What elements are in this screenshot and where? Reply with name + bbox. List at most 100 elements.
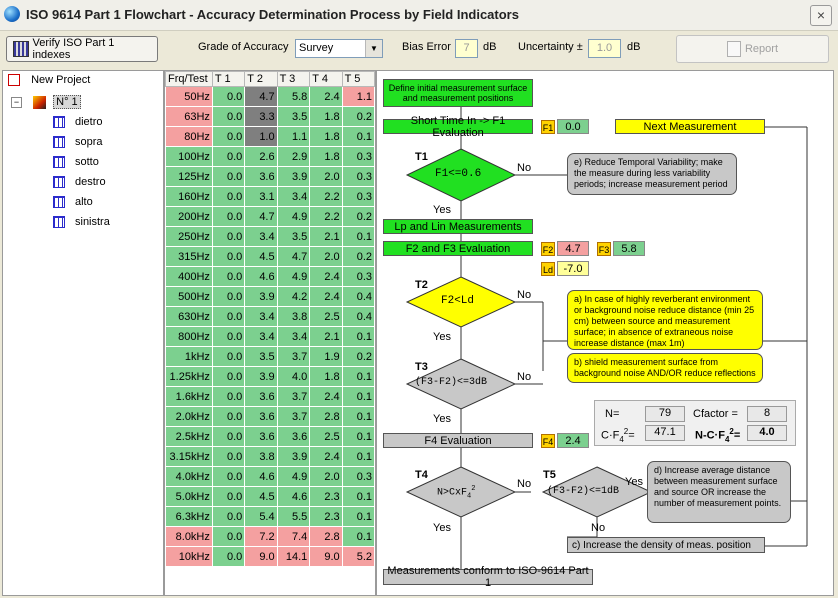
tree-root[interactable]: New Project <box>8 74 90 87</box>
value-cell: 0.2 <box>342 206 375 227</box>
value-cell: 0.1 <box>342 426 375 447</box>
value-cell: 0.0 <box>212 506 246 527</box>
note-b: b) shield measurement surface from backg… <box>567 353 763 383</box>
grid-icon <box>53 216 65 229</box>
tree-node-label: N° 1 <box>53 95 81 110</box>
frequency-cell: 50Hz <box>165 86 213 107</box>
table-row[interactable]: 800Hz 0.0 3.4 3.4 2.1 0.1 <box>165 326 375 347</box>
t4-label: T4 <box>415 469 428 481</box>
frequency-cell: 4.0kHz <box>165 466 213 487</box>
value-cell: 0.4 <box>342 286 375 307</box>
table-row[interactable]: 100Hz 0.0 2.6 2.9 1.8 0.3 <box>165 146 375 167</box>
bias-label: Bias Error <box>402 41 451 53</box>
table-row[interactable]: 2.5kHz 0.0 3.6 3.6 2.5 0.1 <box>165 426 375 447</box>
column-header[interactable]: T 4 <box>309 71 343 87</box>
table-row[interactable]: 8.0kHz 0.0 7.2 7.4 2.8 0.1 <box>165 526 375 547</box>
value-cell: 0.2 <box>342 106 375 127</box>
value-cell: 3.4 <box>244 326 278 347</box>
frequency-cell: 80Hz <box>165 126 213 147</box>
t3-yes: Yes <box>433 413 451 425</box>
value-cell: 1.1 <box>277 126 311 147</box>
value-cell: 1.8 <box>309 126 343 147</box>
f4-evaluation-box: F4 Evaluation <box>383 433 533 448</box>
tree-node[interactable]: − N° 1 <box>11 95 81 110</box>
table-row[interactable]: 630Hz 0.0 3.4 3.8 2.5 0.4 <box>165 306 375 327</box>
value-cell: 0.0 <box>212 346 246 367</box>
uncertainty-unit: dB <box>627 41 641 53</box>
table-row[interactable]: 1.6kHz 0.0 3.6 3.7 2.4 0.1 <box>165 386 375 407</box>
value-cell: 3.5 <box>277 106 311 127</box>
column-header[interactable]: Frq/Test <box>165 71 213 87</box>
value-cell: 2.0 <box>309 466 343 487</box>
table-row[interactable]: 400Hz 0.0 4.6 4.9 2.4 0.3 <box>165 266 375 287</box>
value-cell: 0.0 <box>212 186 246 207</box>
report-button[interactable]: Report <box>676 35 829 63</box>
indicator-table: Frq/Test T 1T 2T 3T 4T 5 50Hz 0.0 4.7 5.8 2.4… <box>164 70 376 596</box>
tree-child[interactable]: alto <box>53 196 93 209</box>
cf4-value: 47.1 <box>645 425 685 441</box>
conform-box: Measurements conform to ISO-9614 Part 1 <box>383 565 593 589</box>
table-row[interactable]: 50Hz 0.0 4.7 5.8 2.4 1.1 <box>165 86 375 107</box>
table-row[interactable]: 500Hz 0.0 3.9 4.2 2.4 0.4 <box>165 286 375 307</box>
value-cell: 2.4 <box>309 286 343 307</box>
table-row[interactable]: 10kHz 0.0 9.0 14.1 9.0 5.2 <box>165 546 375 567</box>
frequency-cell: 160Hz <box>165 186 213 207</box>
uncertainty-field[interactable]: 1.0 <box>588 39 621 58</box>
column-header[interactable]: T 5 <box>341 71 375 87</box>
value-cell: 1.9 <box>309 346 343 367</box>
value-cell: 0.0 <box>212 306 246 327</box>
table-row[interactable]: 1.25kHz 0.0 3.9 4.0 1.8 0.1 <box>165 366 375 387</box>
f4-value: 2.4 <box>557 433 589 448</box>
grid-icon <box>53 136 65 149</box>
value-cell: 3.6 <box>244 386 278 407</box>
bias-field[interactable]: 7 <box>455 39 478 58</box>
table-row[interactable]: 200Hz 0.0 4.7 4.9 2.2 0.2 <box>165 206 375 227</box>
t1-yes: Yes <box>433 204 451 216</box>
table-row[interactable]: 80Hz 0.0 1.0 1.1 1.8 0.1 <box>165 126 375 147</box>
title-bar: ISO 9614 Part 1 Flowchart - Accuracy Det… <box>0 0 838 31</box>
table-row[interactable]: 125Hz 0.0 3.6 3.9 2.0 0.3 <box>165 166 375 187</box>
t1-no: No <box>517 162 532 174</box>
table-row[interactable]: 63Hz 0.0 3.3 3.5 1.8 0.2 <box>165 106 375 127</box>
table-row[interactable]: 160Hz 0.0 3.1 3.4 2.2 0.3 <box>165 186 375 207</box>
data-table: Frq/Test T 1T 2T 3T 4T 5 50Hz 0.0 4.7 5.8 2.4… <box>165 71 375 567</box>
value-cell: 5.4 <box>244 506 278 527</box>
f2-tag: F2 <box>541 242 555 256</box>
report-icon <box>726 41 741 57</box>
table-row[interactable]: 250Hz 0.0 3.4 3.5 2.1 0.1 <box>165 226 375 247</box>
tree-child[interactable]: sopra <box>53 136 103 149</box>
grid-icon <box>53 116 65 129</box>
value-cell: 1.1 <box>342 86 375 107</box>
value-cell: 0.1 <box>342 326 375 347</box>
table-row[interactable]: 3.15kHz 0.0 3.8 3.9 2.4 0.1 <box>165 446 375 467</box>
table-row[interactable]: 6.3kHz 0.0 5.4 5.5 2.3 0.1 <box>165 506 375 527</box>
column-header[interactable]: T 1 <box>211 71 246 87</box>
tree-child[interactable]: sotto <box>53 156 99 169</box>
value-cell: 3.9 <box>277 166 311 187</box>
value-cell: 4.7 <box>277 246 311 267</box>
value-cell: 2.0 <box>309 246 343 267</box>
grade-select[interactable]: Survey ▼ <box>295 39 383 58</box>
close-button[interactable]: × <box>810 5 832 26</box>
grid-icon <box>53 156 65 169</box>
tree-child[interactable]: sinistra <box>53 216 110 229</box>
chevron-down-icon[interactable]: ▼ <box>365 40 382 57</box>
table-row[interactable]: 4.0kHz 0.0 4.6 4.9 2.0 0.3 <box>165 466 375 487</box>
value-cell: 3.9 <box>244 366 278 387</box>
value-cell: 14.1 <box>277 546 311 567</box>
value-cell: 0.0 <box>212 386 246 407</box>
verify-indexes-button[interactable]: Verify ISO Part 1 indexes <box>6 36 158 62</box>
t1-text: F1<=0.6 <box>435 168 482 180</box>
column-header[interactable]: T 3 <box>276 71 311 87</box>
value-cell: 0.0 <box>212 226 246 247</box>
collapse-icon[interactable]: − <box>11 97 22 108</box>
t3-no: No <box>517 371 532 383</box>
t5-label: T5 <box>543 469 556 481</box>
table-row[interactable]: 2.0kHz 0.0 3.6 3.7 2.8 0.1 <box>165 406 375 427</box>
table-row[interactable]: 1kHz 0.0 3.5 3.7 1.9 0.2 <box>165 346 375 367</box>
tree-child[interactable]: destro <box>53 176 106 189</box>
table-row[interactable]: 315Hz 0.0 4.5 4.7 2.0 0.2 <box>165 246 375 267</box>
column-header[interactable]: T 2 <box>244 71 278 87</box>
tree-child[interactable]: dietro <box>53 116 103 129</box>
table-row[interactable]: 5.0kHz 0.0 4.5 4.6 2.3 0.1 <box>165 486 375 507</box>
